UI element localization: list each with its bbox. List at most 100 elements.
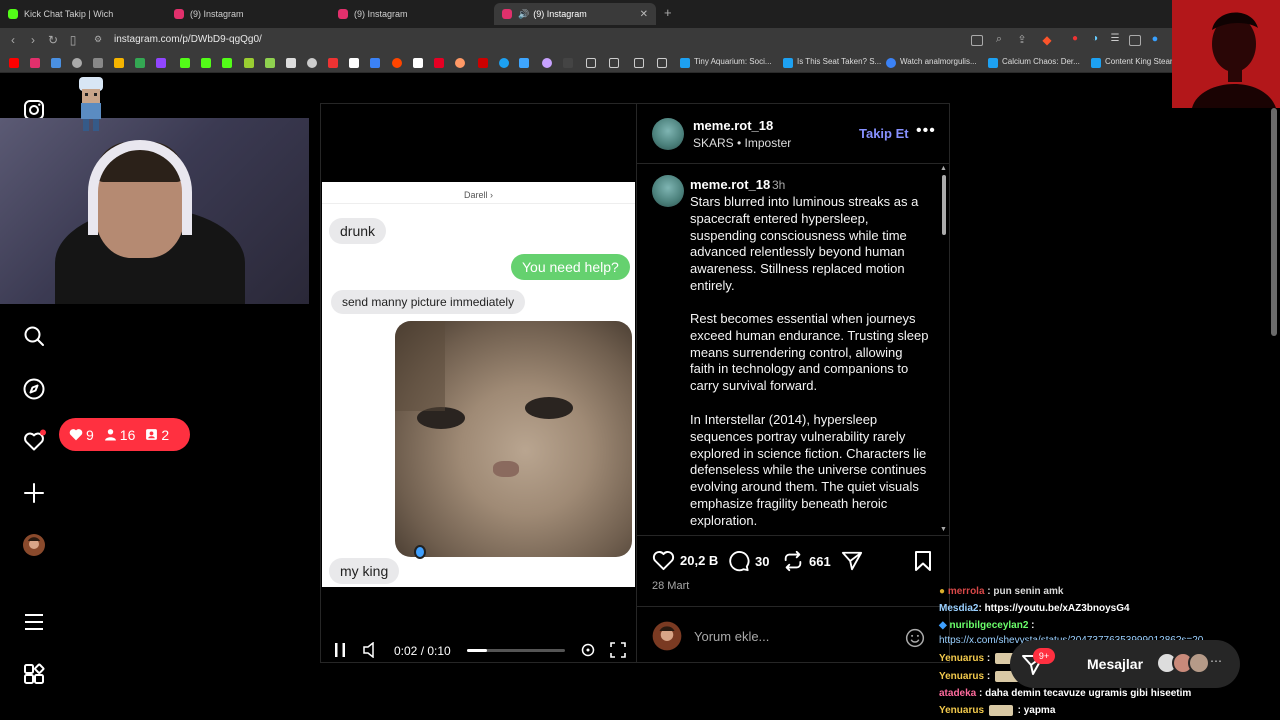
tab-instagram-2[interactable]: (9) Instagram — [330, 3, 492, 25]
loop-icon[interactable] — [581, 643, 595, 657]
notifications-summary-pill[interactable]: 9 16 2 — [59, 418, 190, 451]
tab-instagram-1[interactable]: (9) Instagram — [166, 3, 328, 25]
brave-shield-icon[interactable]: ◆ — [1040, 33, 1054, 47]
chat-username: Yenuarus — [939, 653, 985, 665]
fullscreen-icon[interactable] — [610, 642, 626, 658]
share-icon[interactable]: ⇪ — [1015, 33, 1029, 46]
back-icon[interactable]: ‹ — [6, 33, 20, 47]
close-tab-icon[interactable]: ✕ — [640, 9, 648, 20]
bookmark-icon[interactable]: ▯ — [66, 33, 80, 47]
pause-icon[interactable] — [333, 642, 347, 658]
bookmark-icon[interactable] — [370, 58, 380, 68]
author-username[interactable]: meme.rot_18 — [693, 118, 773, 133]
comment-button[interactable]: 30 — [728, 550, 769, 572]
profile-avatar[interactable] — [22, 533, 46, 557]
bookmark-icon[interactable] — [328, 58, 338, 68]
more-dots-icon[interactable]: ⋯ — [1210, 654, 1222, 668]
site-info-icon[interactable]: ⚙ — [94, 34, 102, 45]
kick-bookmark-icon[interactable] — [201, 58, 211, 68]
bookmark-icon[interactable] — [886, 58, 896, 68]
explore-compass-icon[interactable] — [22, 377, 46, 401]
menu-hamburger-icon[interactable] — [22, 610, 46, 634]
caption-scrollbar[interactable]: ▲ ▼ — [940, 165, 948, 535]
steam-bookmark-icon[interactable] — [988, 58, 998, 68]
extension-icon[interactable]: ● — [1068, 33, 1082, 44]
page-scrollbar-thumb[interactable] — [1271, 108, 1277, 336]
extension-icon[interactable]: ☰ — [1108, 33, 1122, 44]
post-video[interactable]: Darell › drunk You need help? send manny… — [321, 104, 636, 662]
bookmark-link[interactable]: Calcium Chaos: Der... — [1002, 57, 1080, 66]
bookmark-link[interactable]: Watch analmorgulis... — [900, 57, 977, 66]
messages-pill[interactable]: 9+ Mesajlar ⋯ — [1010, 640, 1240, 688]
bookmark-icon[interactable] — [413, 58, 423, 68]
steam-bookmark-icon[interactable] — [783, 58, 793, 68]
repost-button[interactable]: 661 — [782, 550, 831, 572]
bookmark-icon[interactable] — [519, 58, 529, 68]
kick-bookmark-icon[interactable] — [180, 58, 190, 68]
reddit-bookmark-icon[interactable] — [392, 58, 402, 68]
extension-icon[interactable]: ◑ — [1088, 33, 1102, 44]
steam-bookmark-icon[interactable] — [680, 58, 690, 68]
scroll-down-icon[interactable]: ▼ — [940, 526, 947, 533]
x-bookmark-icon[interactable] — [349, 58, 359, 68]
forward-icon[interactable]: › — [26, 33, 40, 47]
youtube-bookmark-icon[interactable] — [9, 58, 19, 68]
tab-kick-chat[interactable]: Kick Chat Takip | Wich — [0, 3, 165, 25]
caption-scroll-thumb[interactable] — [942, 175, 946, 235]
bookmark-icon[interactable] — [51, 58, 61, 68]
chat-text: : — [1031, 620, 1035, 631]
bookmark-icon[interactable] — [244, 58, 254, 68]
bookmark-icon[interactable] — [455, 58, 465, 68]
follow-button[interactable]: Takip Et — [859, 126, 909, 141]
twitch-bookmark-icon[interactable] — [156, 58, 166, 68]
bookmark-icon[interactable] — [478, 58, 488, 68]
screenshot-icon[interactable] — [1129, 35, 1141, 46]
search-icon[interactable] — [22, 324, 46, 348]
bookmark-icon[interactable] — [114, 58, 124, 68]
more-apps-icon[interactable] — [22, 662, 46, 686]
chat-line: ◆ nuribilgeceylan2 : — [939, 620, 1035, 631]
more-options-icon[interactable]: ••• — [916, 122, 936, 140]
bookmark-icon[interactable] — [286, 58, 296, 68]
scroll-up-icon[interactable]: ▲ — [940, 165, 947, 172]
reload-icon[interactable]: ↻ — [46, 33, 60, 47]
cast-icon[interactable] — [971, 35, 983, 46]
bookmark-link[interactable]: Content King Stear — [1105, 57, 1173, 66]
bookmark-icon[interactable] — [542, 58, 552, 68]
bookmark-link[interactable]: Tiny Aquarium: Soci... — [694, 57, 772, 66]
bookmark-icon[interactable] — [563, 58, 573, 68]
extension-icon[interactable]: ● — [1148, 33, 1162, 45]
new-tab-icon[interactable]: + — [664, 5, 672, 20]
emoji-icon[interactable] — [905, 628, 925, 648]
steam-bookmark-icon[interactable] — [1091, 58, 1101, 68]
bookmark-icon[interactable] — [72, 58, 82, 68]
save-bookmark-icon[interactable] — [913, 550, 933, 572]
video-progress-bar[interactable] — [467, 649, 565, 652]
notifications-heart-icon[interactable] — [22, 429, 46, 453]
bookmark-link[interactable]: Is This Seat Taken? S... — [797, 57, 881, 66]
volume-icon[interactable] — [362, 642, 376, 658]
like-button[interactable]: 20,2 B — [652, 550, 718, 571]
kick-bookmark-icon[interactable] — [222, 58, 232, 68]
post-audio-label[interactable]: SKARS • Imposter — [693, 136, 791, 150]
folder-icon[interactable] — [586, 58, 596, 68]
instagram-bookmark-icon[interactable] — [30, 58, 40, 68]
tab-instagram-active[interactable]: 🔊 (9) Instagram ✕ — [494, 3, 656, 25]
create-plus-icon[interactable] — [22, 481, 46, 505]
folder-icon[interactable] — [634, 58, 644, 68]
bookmark-icon[interactable] — [93, 58, 103, 68]
zoom-icon[interactable]: ⌕ — [992, 33, 1006, 46]
pinterest-bookmark-icon[interactable] — [434, 58, 444, 68]
folder-icon[interactable] — [609, 58, 619, 68]
bookmark-icon[interactable] — [265, 58, 275, 68]
author-avatar[interactable] — [652, 118, 684, 150]
bookmark-icon[interactable] — [307, 58, 317, 68]
folder-icon[interactable] — [657, 58, 667, 68]
url-field[interactable]: instagram.com/p/DWbD9-qgQg0/ — [114, 34, 262, 45]
bookmark-icon[interactable] — [499, 58, 509, 68]
caption-author-username[interactable]: meme.rot_18 — [690, 177, 770, 192]
caption-author-avatar[interactable] — [652, 175, 684, 207]
share-send-icon[interactable] — [841, 550, 863, 572]
comment-input[interactable]: Yorum ekle... — [694, 629, 769, 644]
bookmark-icon[interactable] — [135, 58, 145, 68]
